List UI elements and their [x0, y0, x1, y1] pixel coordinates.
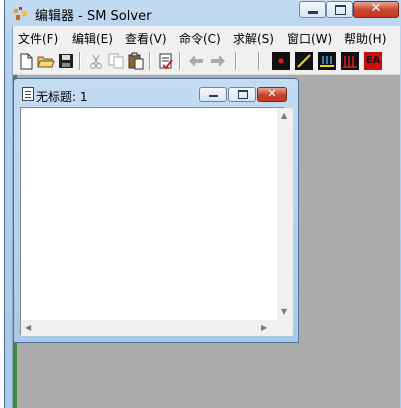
save-icon[interactable]	[57, 52, 75, 70]
copy-icon[interactable]	[107, 52, 125, 70]
yellow-arrows-icon[interactable]	[318, 52, 336, 70]
child-window-title: 无标题: 1	[36, 90, 88, 104]
scroll-left-icon[interactable]: ◀	[25, 323, 31, 332]
toolbar-separator	[258, 52, 260, 70]
back-arrow-icon[interactable]	[187, 52, 205, 70]
menu-command[interactable]: 命令(C)	[179, 30, 221, 47]
menu-bar: 文件(F) 编辑(E) 查看(V) 命令(C) 求解(S) 窗口(W) 帮助(H…	[13, 26, 400, 48]
vertical-scrollbar[interactable]: ▲ ▼	[277, 108, 293, 320]
maximize-icon	[238, 90, 248, 99]
scroll-right-icon[interactable]: ▶	[261, 323, 267, 332]
ea-icon[interactable]: EA	[364, 52, 382, 70]
minimize-icon	[209, 95, 218, 97]
horizontal-scrollbar[interactable]: ◀ ▶	[21, 320, 277, 336]
document-icon	[22, 87, 34, 101]
close-icon: ✕	[267, 87, 277, 100]
minimize-icon	[308, 11, 318, 14]
scroll-down-icon[interactable]: ▼	[281, 307, 287, 316]
minimize-button[interactable]	[299, 1, 326, 18]
app-icon	[14, 7, 27, 20]
window-title: 编辑器 - SM Solver	[35, 9, 152, 24]
toolbar-separator	[79, 52, 81, 70]
menu-solve[interactable]: 求解(S)	[233, 30, 274, 47]
paste-icon[interactable]	[127, 52, 145, 70]
maximize-icon	[335, 5, 346, 15]
menu-help[interactable]: 帮助(H)	[344, 30, 386, 47]
close-icon: ✕	[370, 1, 382, 16]
menu-file[interactable]: 文件(F)	[18, 30, 58, 47]
toolbar-separator	[149, 52, 151, 70]
title-bar[interactable]: 编辑器 - SM Solver ✕	[5, 0, 401, 26]
yellow-line-icon[interactable]	[295, 52, 313, 70]
editor-text-area[interactable]: ▲ ▼ ◀ ▶	[20, 107, 293, 336]
menu-edit[interactable]: 编辑(E)	[72, 30, 113, 47]
open-folder-icon[interactable]	[37, 52, 55, 70]
forward-arrow-icon[interactable]	[209, 52, 227, 70]
cut-icon[interactable]	[87, 52, 105, 70]
maximize-button[interactable]	[326, 1, 353, 18]
toolbar: EA	[13, 48, 400, 75]
resize-grip-icon[interactable]	[277, 320, 293, 336]
red-point-icon[interactable]	[272, 52, 290, 70]
menu-window[interactable]: 窗口(W)	[287, 30, 332, 47]
child-window: 无标题: 1 ✕ ▲ ▼ ◀ ▶	[13, 78, 299, 343]
red-bars-icon[interactable]	[341, 52, 359, 70]
main-window: 编辑器 - SM Solver ✕ 文件(F) 编辑(E) 查看(V) 命令(C…	[4, 0, 401, 408]
scroll-up-icon[interactable]: ▲	[281, 111, 287, 120]
toolbar-separator	[235, 52, 237, 70]
close-button[interactable]: ✕	[353, 1, 399, 18]
new-file-icon[interactable]	[17, 52, 35, 70]
check-document-icon[interactable]	[157, 52, 175, 70]
child-maximize-button[interactable]	[228, 87, 256, 102]
menu-view[interactable]: 查看(V)	[125, 30, 167, 47]
child-minimize-button[interactable]	[199, 87, 227, 102]
child-close-button[interactable]: ✕	[257, 87, 287, 102]
toolbar-separator	[179, 52, 181, 70]
